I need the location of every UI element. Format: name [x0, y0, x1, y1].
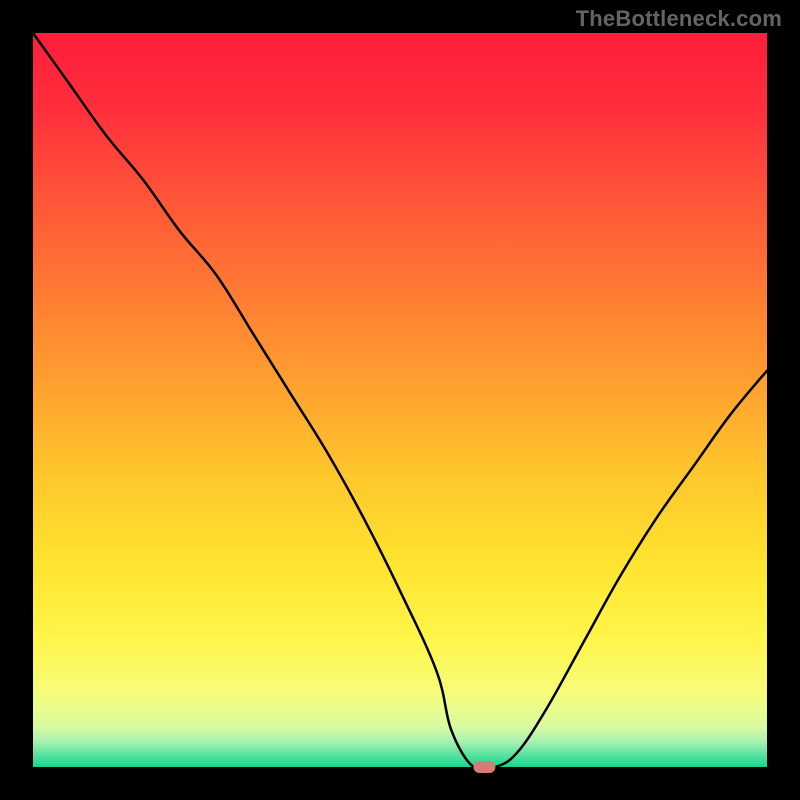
- watermark-text: TheBottleneck.com: [576, 6, 782, 32]
- optimal-marker: [473, 761, 495, 773]
- plot-background: [33, 33, 767, 767]
- chart-container: TheBottleneck.com: [0, 0, 800, 800]
- bottleneck-chart: [0, 0, 800, 800]
